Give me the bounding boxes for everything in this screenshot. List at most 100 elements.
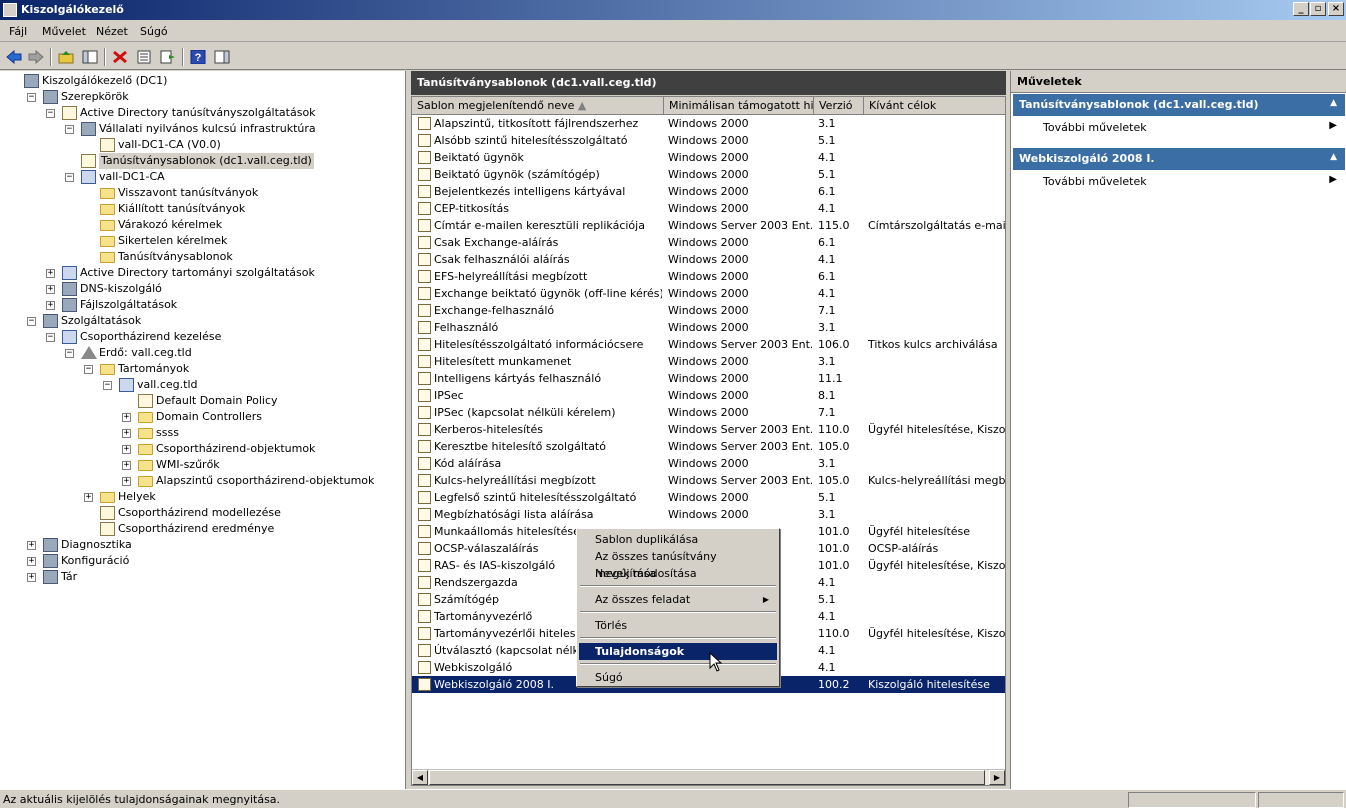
table-row[interactable]: Hitelesítésszolgáltató információcsere Wi…: [412, 336, 1005, 353]
delete-icon[interactable]: [110, 47, 130, 67]
table-row[interactable]: Keresztbe hitelesítő szolgáltató Windows …: [412, 438, 1005, 455]
collapse-toggle-icon[interactable]: −: [65, 349, 74, 358]
tree-item[interactable]: − vall-DC1-CA: [0, 169, 404, 185]
tree-item[interactable]: Kiszolgálókezelő (DC1): [0, 73, 404, 89]
table-row[interactable]: Kód aláírása Windows 2000 3.1: [412, 455, 1005, 472]
collapse-toggle-icon[interactable]: −: [65, 125, 74, 134]
more-actions-templates[interactable]: További műveletek ▶: [1013, 118, 1345, 138]
tree-item[interactable]: Várakozó kérelmek: [0, 217, 404, 233]
maximize-button[interactable]: ▫: [1310, 2, 1326, 16]
table-row[interactable]: IPSec Windows 2000 8.1: [412, 387, 1005, 404]
tree-item[interactable]: + Active Directory tartományi szolgáltatá…: [0, 265, 404, 281]
expand-toggle-icon[interactable]: +: [122, 477, 131, 486]
tree-item[interactable]: + Diagnosztika: [0, 537, 404, 553]
column-header-version[interactable]: Verzió: [814, 97, 864, 115]
tree-item[interactable]: Csoportházirend modellezése: [0, 505, 404, 521]
table-row[interactable]: Exchange beiktató ügynök (off-line kérés…: [412, 285, 1005, 302]
expand-toggle-icon[interactable]: +: [27, 541, 36, 550]
context-menu-item[interactable]: Sablon duplikálása: [579, 531, 777, 548]
expand-toggle-icon[interactable]: +: [46, 301, 55, 310]
tree-item[interactable]: − Active Directory tanúsítványszolgáltatá…: [0, 105, 404, 121]
table-row[interactable]: Csak felhasználói aláírás Windows 2000 4.1: [412, 251, 1005, 268]
table-row[interactable]: Címtár e-mailen keresztüli replikációja W…: [412, 217, 1005, 234]
scroll-left-button[interactable]: ◀: [412, 770, 428, 785]
table-row[interactable]: CEP-titkosítás Windows 2000 4.1: [412, 200, 1005, 217]
collapse-toggle-icon[interactable]: −: [27, 93, 36, 102]
show-hide-tree-icon[interactable]: [80, 47, 100, 67]
scroll-right-button[interactable]: ▶: [989, 770, 1005, 785]
table-row[interactable]: Intelligens kártyás felhasználó Windows 2…: [412, 370, 1005, 387]
tree-item[interactable]: − Szerepkörök: [0, 89, 404, 105]
tree-item[interactable]: + Fájlszolgáltatások: [0, 297, 404, 313]
table-row[interactable]: Exchange-felhasználó Windows 2000 7.1: [412, 302, 1005, 319]
collapse-icon[interactable]: ▲: [1330, 98, 1337, 108]
table-row[interactable]: Alsóbb szintű hitelesítésszolgáltató Wind…: [412, 132, 1005, 149]
menu-file[interactable]: Fájl: [9, 25, 27, 38]
tree-item[interactable]: + Csoportházirend-objektumok: [0, 441, 404, 457]
context-menu-item[interactable]: Nevek módosítása: [579, 565, 777, 582]
column-header-name[interactable]: Sablon megjelenítendő neve ▲: [412, 97, 664, 115]
menu-view[interactable]: Nézet: [96, 25, 128, 38]
tree-item[interactable]: − Csoportházirend kezelése: [0, 329, 404, 345]
tree-item[interactable]: + Alapszintű csoportházirend-objektumok: [0, 473, 404, 489]
actions-section-webserver[interactable]: Webkiszolgáló 2008 I. ▲: [1013, 148, 1345, 170]
back-icon[interactable]: [4, 47, 24, 67]
forward-icon[interactable]: [26, 47, 46, 67]
tree-item[interactable]: + Konfiguráció: [0, 553, 404, 569]
tree-item[interactable]: Csoportházirend eredménye: [0, 521, 404, 537]
collapse-toggle-icon[interactable]: −: [103, 381, 112, 390]
tree-item[interactable]: − Vállalati nyilvános kulcsú infrastruktú…: [0, 121, 404, 137]
table-row[interactable]: Felhasználó Windows 2000 3.1: [412, 319, 1005, 336]
column-header-min-version[interactable]: Minimálisan támogatott hit...: [664, 97, 814, 115]
expand-toggle-icon[interactable]: +: [46, 285, 55, 294]
close-button[interactable]: ×: [1328, 2, 1344, 16]
table-row[interactable]: Megbízhatósági lista aláírása Windows 200…: [412, 506, 1005, 523]
minimize-button[interactable]: _: [1293, 2, 1309, 16]
context-menu-item[interactable]: Törlés: [579, 617, 777, 634]
tree-item[interactable]: Kiállított tanúsítványok: [0, 201, 404, 217]
collapse-toggle-icon[interactable]: −: [46, 333, 55, 342]
table-row[interactable]: Alapszintű, titkosított fájlrendszerhez W…: [412, 115, 1005, 132]
menu-action[interactable]: Művelet: [42, 25, 86, 38]
tree-item[interactable]: − Tartományok: [0, 361, 404, 377]
help-icon[interactable]: ?: [188, 47, 208, 67]
table-row[interactable]: IPSec (kapcsolat nélküli kérelem) Windows…: [412, 404, 1005, 421]
table-row[interactable]: Hitelesített munkamenet Windows 2000 3.1: [412, 353, 1005, 370]
tree-item[interactable]: + Domain Controllers: [0, 409, 404, 425]
tree-item[interactable]: Tanúsítványsablonok (dc1.vall.ceg.tld): [0, 153, 404, 169]
collapse-toggle-icon[interactable]: −: [84, 365, 93, 374]
actions-section-templates[interactable]: Tanúsítványsablonok (dc1.vall.ceg.tld) ▲: [1013, 94, 1345, 116]
properties-icon[interactable]: [134, 47, 154, 67]
table-row[interactable]: Kulcs-helyreállítási megbízott Windows Se…: [412, 472, 1005, 489]
expand-toggle-icon[interactable]: +: [46, 269, 55, 278]
context-menu-item[interactable]: Az összes feladat ▶: [579, 591, 777, 608]
tree-item[interactable]: Default Domain Policy: [0, 393, 404, 409]
tree-item[interactable]: Tanúsítványsablonok: [0, 249, 404, 265]
context-menu-item[interactable]: Az összes tanúsítvány megújítása: [579, 548, 777, 580]
tree-item[interactable]: Sikertelen kérelmek: [0, 233, 404, 249]
tree-item[interactable]: vall-DC1-CA (V0.0): [0, 137, 404, 153]
context-menu-item[interactable]: Súgó: [579, 669, 777, 686]
collapse-icon[interactable]: ▲: [1330, 152, 1337, 162]
table-row[interactable]: EFS-helyreállítási megbízott Windows 2000…: [412, 268, 1005, 285]
show-hide-action-pane-icon[interactable]: [212, 47, 232, 67]
collapse-toggle-icon[interactable]: −: [27, 317, 36, 326]
export-icon[interactable]: [158, 47, 178, 67]
tree-item[interactable]: + Tár: [0, 569, 404, 585]
tree-item[interactable]: + DNS-kiszolgáló: [0, 281, 404, 297]
table-row[interactable]: Bejelentkezés intelligens kártyával Windo…: [412, 183, 1005, 200]
expand-toggle-icon[interactable]: +: [27, 557, 36, 566]
tree-item[interactable]: − Szolgáltatások: [0, 313, 404, 329]
scroll-thumb[interactable]: [429, 770, 985, 785]
tree-item[interactable]: + Helyek: [0, 489, 404, 505]
table-row[interactable]: Csak Exchange-aláírás Windows 2000 6.1: [412, 234, 1005, 251]
expand-toggle-icon[interactable]: +: [84, 493, 93, 502]
expand-toggle-icon[interactable]: +: [122, 413, 131, 422]
context-menu-item[interactable]: Tulajdonságok: [579, 643, 777, 660]
table-row[interactable]: Legfelső szintű hitelesítésszolgáltató Wi…: [412, 489, 1005, 506]
expand-toggle-icon[interactable]: +: [122, 429, 131, 438]
collapse-toggle-icon[interactable]: −: [46, 109, 55, 118]
more-actions-webserver[interactable]: További műveletek ▶: [1013, 172, 1345, 192]
tree-item[interactable]: + ssss: [0, 425, 404, 441]
menu-help[interactable]: Súgó: [140, 25, 168, 38]
